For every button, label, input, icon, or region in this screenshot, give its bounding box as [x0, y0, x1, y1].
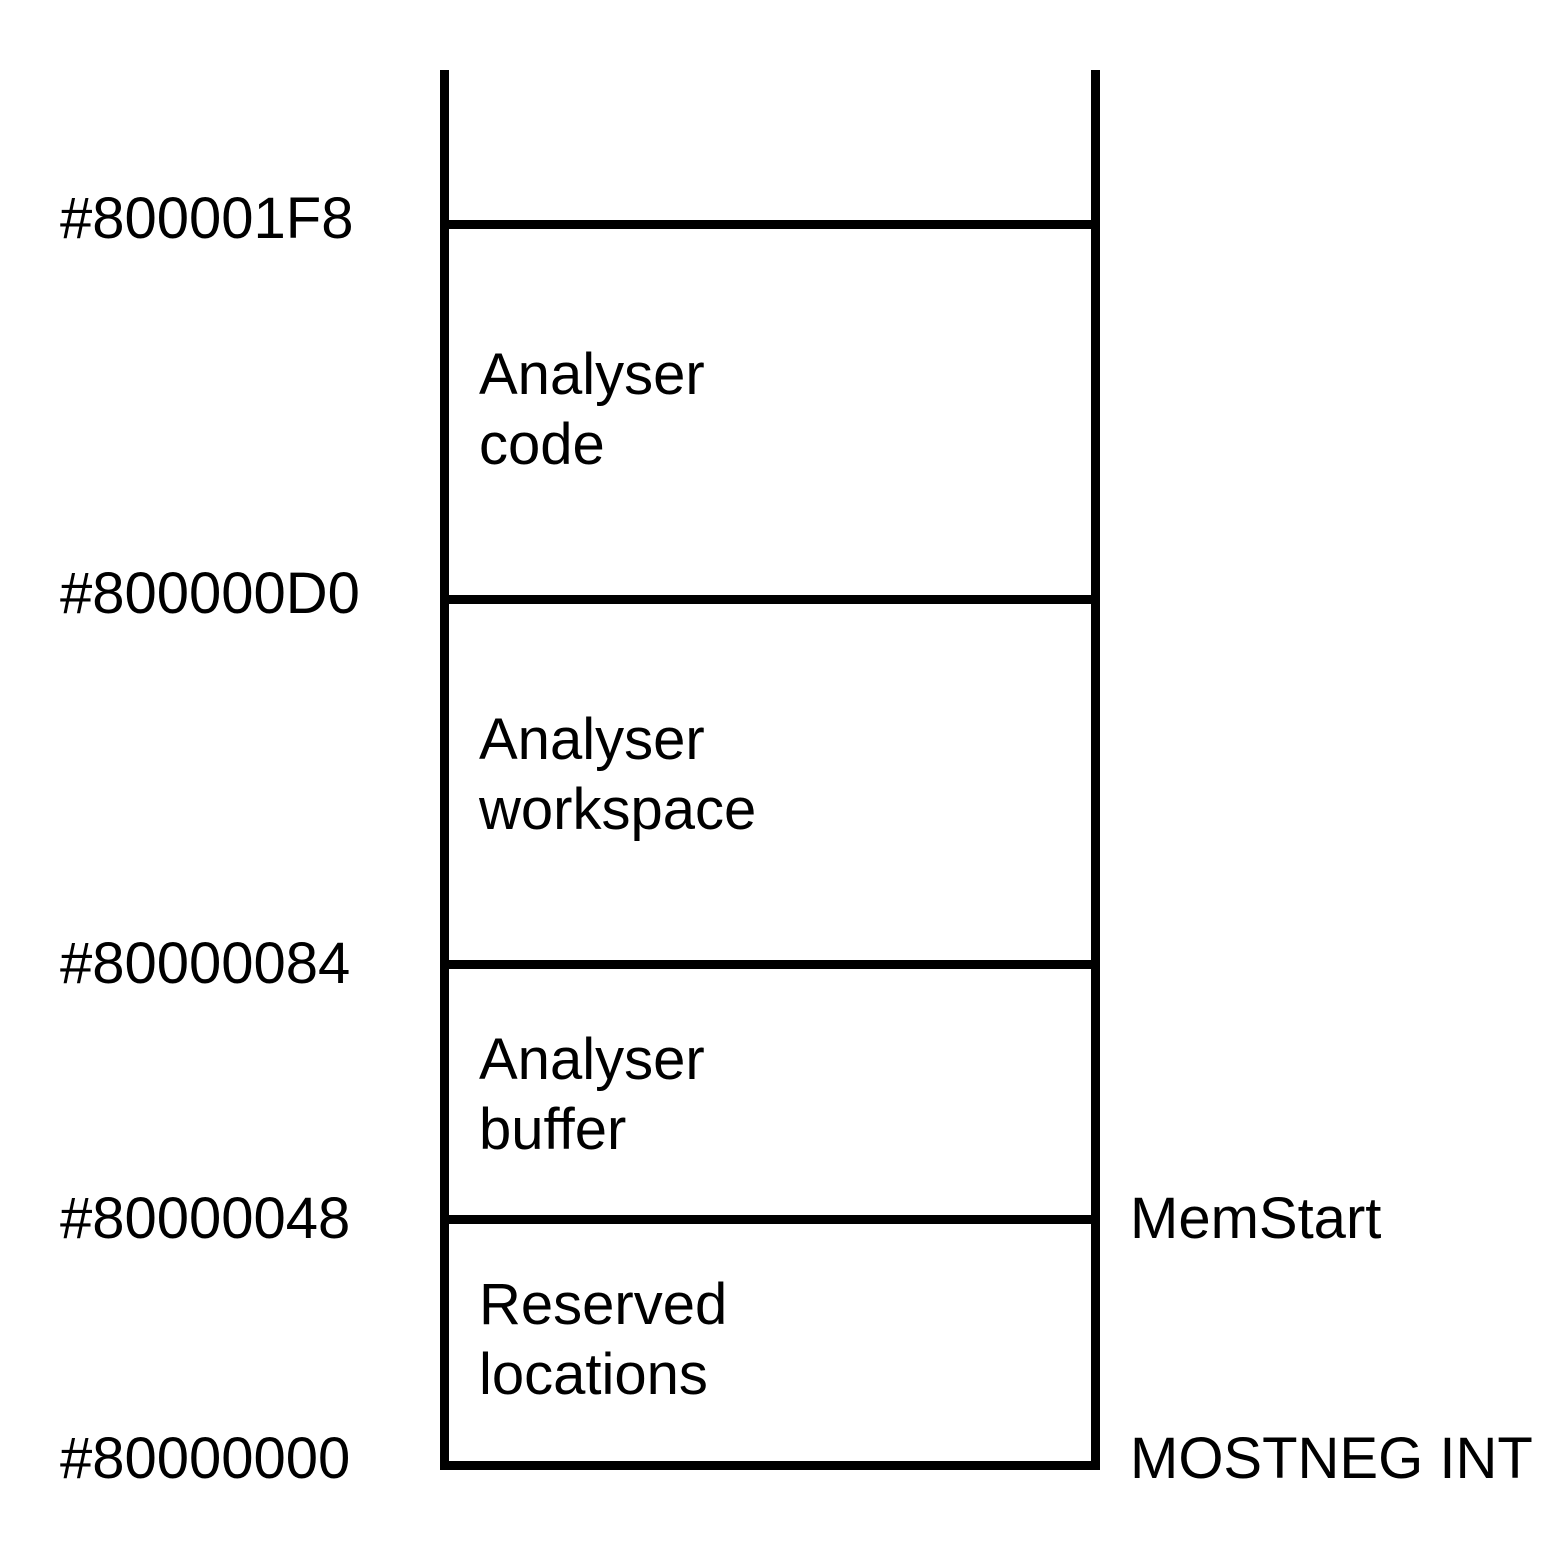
address-2: #800000D0: [60, 560, 360, 627]
region-line2: buffer: [479, 1097, 626, 1162]
address-5: #80000000: [60, 1425, 350, 1492]
right-label-mostneg-int: MOSTNEG INT: [1130, 1425, 1533, 1492]
region-reserved-locations: Reserved locations: [479, 1270, 979, 1409]
region-analyser-buffer: Analyser buffer: [479, 1025, 979, 1164]
region-line2: workspace: [479, 777, 756, 842]
memory-column: Analyser code Analyser workspace Analyse…: [440, 70, 1100, 1470]
region-line1: Analyser: [479, 707, 705, 772]
region-line2: code: [479, 412, 605, 477]
divider-3: [449, 960, 1091, 969]
region-line1: Analyser: [479, 342, 705, 407]
region-line1: Reserved: [479, 1272, 727, 1337]
memory-map-diagram: #800001F8 #800000D0 #80000084 #80000048 …: [60, 70, 1490, 1500]
address-1: #800001F8: [60, 185, 353, 252]
divider-1: [449, 220, 1091, 229]
address-4: #80000048: [60, 1185, 350, 1252]
divider-4: [449, 1215, 1091, 1224]
right-label-memstart: MemStart: [1130, 1185, 1381, 1252]
region-analyser-code: Analyser code: [479, 340, 979, 479]
region-line2: locations: [479, 1342, 708, 1407]
address-3: #80000084: [60, 930, 350, 997]
region-analyser-workspace: Analyser workspace: [479, 705, 979, 844]
region-line1: Analyser: [479, 1027, 705, 1092]
divider-2: [449, 595, 1091, 604]
